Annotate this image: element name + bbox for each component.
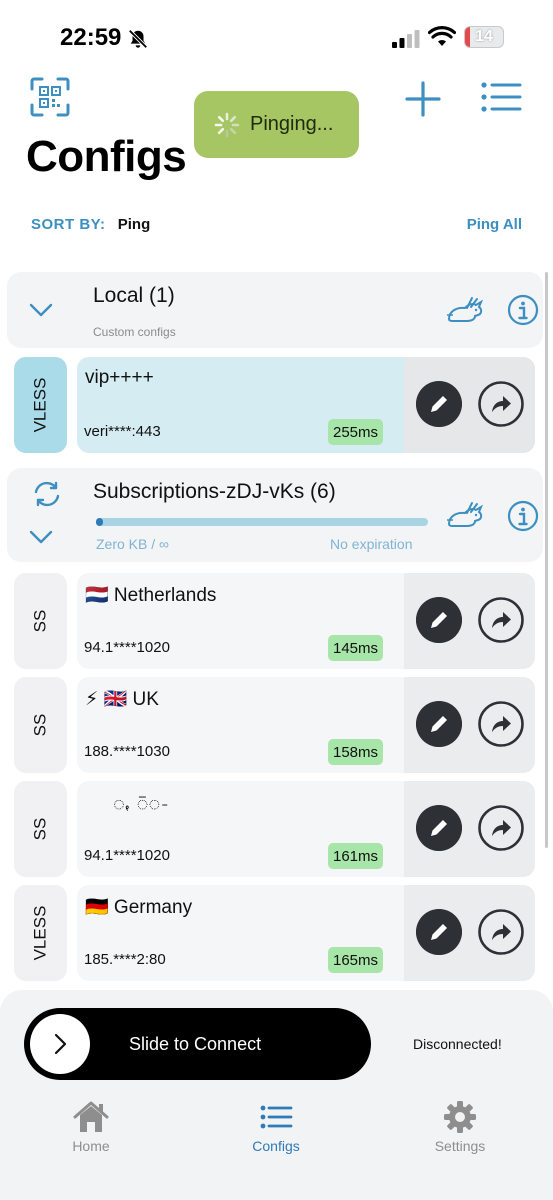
edit-icon[interactable]: [416, 805, 462, 851]
sort-row: SORT BY: Ping Ping All: [31, 216, 526, 236]
config-name: vip++++: [85, 367, 154, 388]
usage-progress-fill: [96, 518, 103, 526]
refresh-icon[interactable]: [31, 480, 63, 508]
usage-text: Zero KB / ∞: [96, 536, 170, 552]
edit-icon[interactable]: [416, 701, 462, 747]
qr-scan-icon[interactable]: [30, 77, 70, 117]
info-icon[interactable]: [507, 500, 539, 532]
edit-icon[interactable]: [416, 909, 462, 955]
share-icon[interactable]: [478, 701, 524, 747]
chevron-down-icon[interactable]: [29, 530, 53, 544]
sort-label: SORT BY:: [31, 216, 106, 233]
wifi-icon: [428, 26, 456, 46]
toast-text: Pinging...: [250, 113, 334, 135]
sort-selector[interactable]: Ping: [118, 216, 151, 233]
edit-icon[interactable]: [416, 597, 462, 643]
share-icon[interactable]: [478, 381, 524, 427]
battery-indicator: 14: [464, 26, 504, 48]
expiry-text: No expiration: [330, 536, 413, 552]
group-header-subscriptions[interactable]: Subscriptions-zDJ-vKs (6) Zero KB / ∞ No…: [7, 468, 543, 562]
config-address: 94.1****1020: [84, 847, 170, 864]
tab-home[interactable]: Home: [36, 1100, 146, 1170]
config-card-germany[interactable]: 🇩🇪 Germany 185.****2:80 165ms: [77, 885, 535, 981]
share-icon[interactable]: [478, 909, 524, 955]
config-name: 🇩🇪 Germany: [85, 897, 193, 918]
gear-icon: [444, 1101, 476, 1133]
home-icon: [73, 1101, 109, 1132]
config-address: 188.****1030: [84, 743, 170, 760]
config-type-tag: SS: [14, 677, 67, 773]
config-card-unnamed[interactable]: ꩻ ꩼꩽ 94.1****1020 161ms: [77, 781, 535, 877]
rabbit-ping-icon[interactable]: [445, 500, 483, 530]
tab-label: Configs: [252, 1138, 300, 1154]
group-title: Subscriptions-zDJ-vKs (6): [93, 480, 336, 503]
config-card-vip[interactable]: vip++++ veri****:443 255ms: [77, 357, 535, 453]
slide-to-connect[interactable]: Slide to Connect: [24, 1008, 371, 1080]
config-address: 185.****2:80: [84, 951, 166, 968]
config-name: ꩻ ꩼꩽ: [113, 793, 170, 814]
config-card-uk[interactable]: ⚡ 🇬🇧 UK 188.****1030 158ms: [77, 677, 535, 773]
group-subtitle: Custom configs: [93, 325, 176, 339]
spinner-icon: [214, 112, 240, 137]
cellular-signal-icon: [392, 30, 420, 48]
edit-icon[interactable]: [416, 381, 462, 427]
ping-badge: 145ms: [328, 635, 384, 661]
share-icon[interactable]: [478, 805, 524, 851]
ping-badge: 161ms: [328, 843, 384, 869]
slider-knob[interactable]: [30, 1014, 90, 1074]
chevron-right-icon: [54, 1033, 67, 1055]
ping-all-button[interactable]: Ping All: [467, 216, 522, 233]
group-title: Local (1): [93, 284, 175, 307]
config-address: veri****:443: [84, 423, 161, 440]
ping-badge: 165ms: [328, 947, 384, 973]
tab-settings[interactable]: Settings: [405, 1100, 515, 1170]
config-name: 🇳🇱 Netherlands: [85, 585, 217, 606]
config-list[interactable]: Local (1) Custom configs VLESS vip++++ v…: [0, 260, 553, 1000]
add-config-icon[interactable]: [404, 80, 442, 118]
config-type-tag: VLESS: [14, 357, 67, 453]
tab-label: Settings: [434, 1138, 486, 1154]
ping-badge: 255ms: [328, 419, 384, 445]
pinging-toast: Pinging...: [194, 91, 359, 158]
group-header-local[interactable]: Local (1) Custom configs: [7, 272, 543, 348]
status-time: 22:59: [60, 24, 122, 51]
config-type-tag: VLESS: [14, 885, 67, 981]
rabbit-ping-icon[interactable]: [445, 295, 483, 325]
info-icon[interactable]: [507, 294, 539, 326]
share-icon[interactable]: [478, 597, 524, 643]
usage-progress-bar: [96, 518, 428, 526]
list-menu-icon[interactable]: [480, 80, 522, 114]
tab-label: Home: [72, 1138, 110, 1154]
status-bar: 22:59 14: [0, 0, 553, 74]
list-scrollbar[interactable]: [545, 272, 548, 848]
connection-status: Disconnected!: [413, 1036, 502, 1052]
config-name: ⚡ 🇬🇧 UK: [85, 689, 159, 710]
config-card-netherlands[interactable]: 🇳🇱 Netherlands 94.1****1020 145ms: [77, 573, 535, 669]
config-address: 94.1****1020: [84, 639, 170, 656]
config-type-tag: SS: [14, 781, 67, 877]
chevron-down-icon[interactable]: [29, 303, 53, 317]
config-type-tag: SS: [14, 573, 67, 669]
slider-label: Slide to Connect: [129, 1034, 262, 1054]
page-title: Configs: [26, 132, 187, 181]
bell-off-icon: [128, 29, 148, 49]
tab-configs[interactable]: Configs: [221, 1100, 331, 1170]
battery-percent: 14: [475, 28, 493, 45]
list-icon: [260, 1105, 293, 1129]
ping-badge: 158ms: [328, 739, 384, 765]
bottom-panel: Slide to Connect Disconnected! Home Conf…: [0, 990, 553, 1200]
